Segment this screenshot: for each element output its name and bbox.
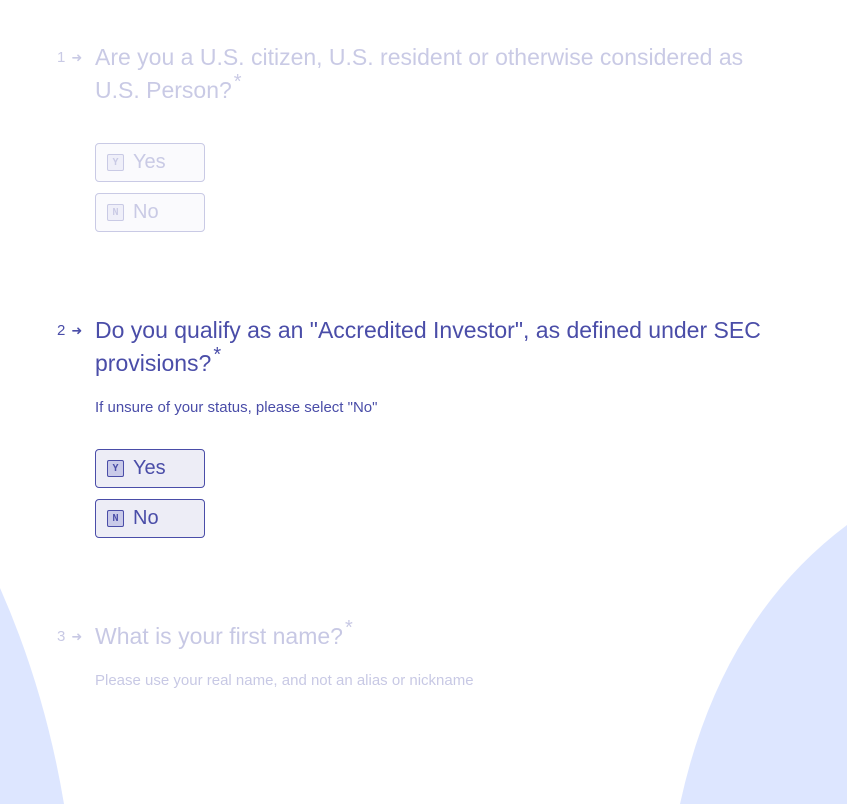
required-asterisk: * [233, 71, 242, 93]
choice-no-button[interactable]: N No [95, 499, 205, 538]
question-title: Do you qualify as an "Accredited Investo… [95, 317, 761, 376]
key-hint-n: N [107, 510, 124, 527]
question-description: Please use your real name, and not an al… [95, 672, 474, 689]
arrow-right-icon: ➜ [71, 322, 83, 338]
question-number: 3 ➜ [57, 628, 83, 645]
required-asterisk: * [344, 617, 353, 639]
arrow-right-icon: ➜ [71, 628, 83, 644]
question-title: Are you a U.S. citizen, U.S. resident or… [95, 44, 744, 103]
choice-yes-button[interactable]: Y Yes [95, 143, 205, 182]
arrow-right-icon: ➜ [71, 49, 83, 65]
question-number: 1 ➜ [57, 49, 83, 66]
required-asterisk: * [213, 344, 222, 366]
key-hint-y: Y [107, 154, 124, 171]
key-hint-n: N [107, 204, 124, 221]
choice-label: Yes [133, 457, 166, 479]
choice-no-button[interactable]: N No [95, 193, 205, 232]
question-title: What is your first name? * [95, 617, 353, 649]
choice-label: No [133, 201, 159, 223]
choice-label: No [133, 507, 159, 529]
question-description: If unsure of your status, please select … [95, 399, 378, 416]
key-hint-y: Y [107, 460, 124, 477]
choice-label: Yes [133, 151, 166, 173]
question-number: 2 ➜ [57, 322, 83, 339]
choice-yes-button[interactable]: Y Yes [95, 449, 205, 488]
